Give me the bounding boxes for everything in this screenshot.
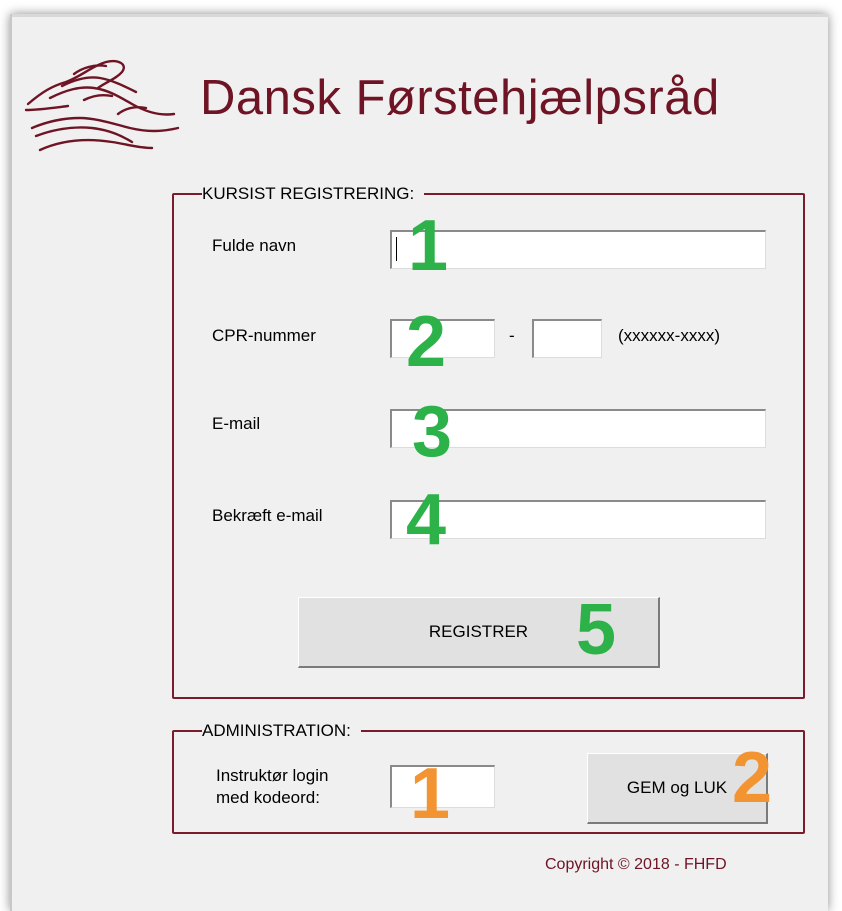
instructor-login-label-line2: med kodeord:: [216, 788, 320, 807]
window-left-edge: [10, 14, 12, 911]
email-input[interactable]: [390, 409, 766, 448]
cpr-separator: -: [509, 326, 515, 345]
brand-title: Dansk Førstehjælpsråd: [200, 71, 720, 125]
instructor-password-input[interactable]: [390, 765, 495, 808]
cpr-format-hint: (xxxxxx-xxxx): [618, 326, 720, 345]
cpr-label: CPR-nummer: [212, 326, 316, 345]
cpr-part2-input[interactable]: [532, 319, 602, 358]
email-label: E-mail: [212, 414, 261, 433]
registration-legend: KURSIST REGISTRERING:: [202, 184, 415, 203]
hands-logo-icon: [24, 59, 180, 152]
cpr-part1-input[interactable]: [390, 319, 495, 358]
copyright-text: Copyright © 2018 - FHFD: [545, 856, 727, 873]
full-name-label: Fulde navn: [212, 236, 297, 255]
text-caret: [396, 237, 397, 261]
confirm-email-input[interactable]: [390, 500, 766, 539]
full-name-input[interactable]: [390, 230, 766, 269]
save-and-close-button[interactable]: GEM og LUK: [587, 753, 768, 824]
instructor-login-label-line1: Instruktør login: [216, 766, 329, 785]
confirm-email-label: Bekræft e-mail: [212, 506, 323, 525]
window-top-edge: [10, 14, 828, 17]
register-button[interactable]: REGISTRER: [298, 597, 660, 668]
registration-window: Dansk Førstehjælpsråd KURSIST REGISTRERI…: [10, 14, 828, 911]
administration-legend: ADMINISTRATION:: [202, 721, 351, 740]
